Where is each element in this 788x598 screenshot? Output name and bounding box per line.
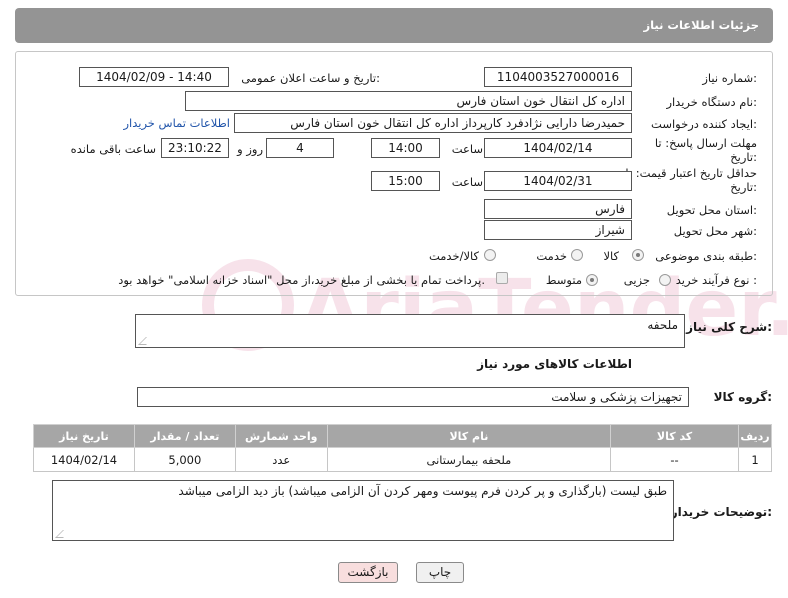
category-service-radio[interactable] <box>571 249 583 261</box>
requester-field[interactable]: حمیدرضا دارایی نژادفرد کارپرداز اداره کل… <box>234 113 632 133</box>
treasury-payment-checkbox[interactable] <box>496 272 508 284</box>
page-header: جزئیات اطلاعات نیاز <box>15 8 773 43</box>
process-minor-label: جزیی <box>623 273 650 287</box>
col-need-date: تاریخ نیاز <box>33 424 135 448</box>
price-validity-time-label: ساعت <box>451 175 483 189</box>
back-button[interactable]: بازگشت <box>338 562 398 583</box>
reply-deadline-label: مهلت ارسال پاسخ: تا تاریخ: <box>654 136 757 164</box>
need-number-label: شماره نیاز: <box>702 71 757 85</box>
cell-need-date: 1404/02/14 <box>33 447 135 472</box>
goods-group-field[interactable]: تجهیزات پزشکی و سلامت <box>137 387 689 407</box>
treasury-payment-note: پرداخت تمام یا بخشی از مبلغ خرید،از محل … <box>118 273 485 287</box>
reply-deadline-time-label: ساعت <box>451 142 483 156</box>
buyer-notes-label: توضیحات خریدار: <box>670 505 772 519</box>
need-number-field[interactable]: 1104003527000016 <box>484 67 632 87</box>
summary-label: شرح کلی نیاز: <box>686 320 772 334</box>
process-minor-radio[interactable] <box>659 274 671 286</box>
reply-deadline-time-field[interactable]: 14:00 <box>371 138 440 158</box>
goods-group-label: گروه کالا: <box>713 390 772 404</box>
cell-item-name: ملحفه بیمارستانی <box>326 447 612 472</box>
delivery-city-label: شهر محل تحویل: <box>673 224 757 238</box>
buyer-notes-field[interactable]: طبق لیست (بارگذاری و پر کردن فرم پیوست و… <box>52 480 674 541</box>
category-label: طبقه بندی موضوعی: <box>655 249 757 263</box>
purchase-process-label: نوع فرآیند خرید : <box>675 273 757 287</box>
buyer-contact-link[interactable]: اطلاعات تماس خریدار <box>123 116 230 130</box>
col-item-code: کد کالا <box>610 424 739 448</box>
goods-section-title: اطلاعات کالاهای مورد نیاز <box>477 357 632 371</box>
announce-datetime-label: تاریخ و ساعت اعلان عمومی: <box>241 71 380 85</box>
cell-quantity: 5,000 <box>133 447 236 472</box>
price-validity-time-field[interactable]: 15:00 <box>371 171 440 191</box>
table-row[interactable]: 1404/02/14 5,000 عدد ملحفه بیمارستانی --… <box>33 447 773 472</box>
col-quantity: تعداد / مقدار <box>133 424 236 448</box>
summary-text: ملحفه <box>647 318 678 332</box>
cell-item-code: -- <box>610 447 739 472</box>
print-button[interactable]: چاپ <box>416 562 464 583</box>
category-goods-service-label: کالا/خدمت <box>428 249 479 263</box>
announce-datetime-field[interactable]: 1404/02/09 - 14:40 <box>79 67 229 87</box>
requester-label: ایجاد کننده درخواست: <box>651 117 757 131</box>
remaining-time-label: ساعت باقی مانده <box>70 142 156 156</box>
cell-row-number: 1 <box>737 447 773 472</box>
col-unit: واحد شمارش <box>234 424 328 448</box>
goods-table-header: تاریخ نیاز تعداد / مقدار واحد شمارش نام … <box>33 424 773 448</box>
buyer-notes-text: طبق لیست (بارگذاری و پر کردن فرم پیوست و… <box>178 484 667 498</box>
remaining-days-field[interactable]: 4 <box>266 138 334 158</box>
category-goods-service-radio[interactable] <box>484 249 496 261</box>
resize-grip-icon[interactable] <box>55 530 71 538</box>
category-service-label: خدمت <box>536 249 567 263</box>
price-validity-label: حداقل تاریخ اعتبار قیمت: تا تاریخ: <box>625 166 757 194</box>
page-title: جزئیات اطلاعات نیاز <box>643 18 759 32</box>
process-medium-label: متوسط <box>545 273 582 287</box>
remaining-time-field[interactable]: 23:10:22 <box>161 138 229 158</box>
reply-deadline-date-field[interactable]: 1404/02/14 <box>484 138 632 158</box>
category-goods-radio[interactable] <box>632 249 644 261</box>
delivery-province-label: استان محل تحویل: <box>666 203 757 217</box>
buyer-org-field[interactable]: اداره کل انتقال خون استان فارس <box>185 91 632 111</box>
category-goods-label: کالا <box>603 249 619 263</box>
summary-field[interactable]: ملحفه <box>135 314 685 348</box>
delivery-city-field[interactable]: شیراز <box>484 220 632 240</box>
cell-unit: عدد <box>234 447 328 472</box>
price-validity-date-field[interactable]: 1404/02/31 <box>484 171 632 191</box>
process-medium-radio[interactable] <box>586 274 598 286</box>
delivery-province-field[interactable]: فارس <box>484 199 632 219</box>
remaining-days-label: روز و <box>237 142 263 156</box>
col-row: ردیف <box>737 424 773 448</box>
resize-grip-icon[interactable] <box>138 337 154 345</box>
goods-table: تاریخ نیاز تعداد / مقدار واحد شمارش نام … <box>33 424 773 472</box>
col-item-name: نام کالا <box>326 424 612 448</box>
buyer-org-label: نام دستگاه خریدار: <box>666 95 757 109</box>
